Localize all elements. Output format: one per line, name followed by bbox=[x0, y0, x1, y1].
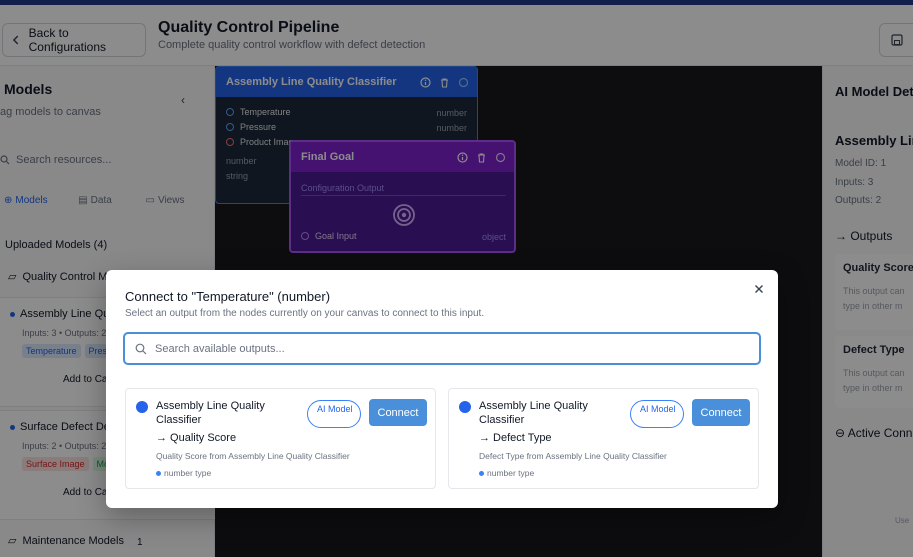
ai-model-badge: AI Model bbox=[307, 400, 361, 428]
type-dot bbox=[156, 470, 161, 476]
option-description: Quality Score from Assembly Line Quality… bbox=[156, 451, 350, 461]
option-output-name: → Defect Type bbox=[479, 432, 552, 444]
type-dot bbox=[479, 470, 484, 476]
option-description: Defect Type from Assembly Line Quality C… bbox=[479, 451, 667, 461]
option-type: number type bbox=[156, 468, 211, 478]
option-node-name: Assembly Line Quality Classifier bbox=[479, 400, 588, 426]
option-type: number type bbox=[479, 468, 534, 478]
option-type-label: number type bbox=[164, 468, 212, 478]
option-output-name: → Quality Score bbox=[156, 432, 237, 444]
connect-button[interactable]: Connect bbox=[692, 399, 750, 426]
option-type-label: number type bbox=[487, 468, 535, 478]
connect-button[interactable]: Connect bbox=[369, 399, 427, 426]
search-icon bbox=[135, 343, 147, 354]
output-option-card[interactable]: Assembly Line Quality Classifier → Defec… bbox=[448, 388, 759, 489]
dialog-description: Select an output from the nodes currentl… bbox=[125, 308, 485, 319]
option-node-name: Assembly Line Quality Classifier bbox=[156, 400, 265, 426]
output-search-input[interactable] bbox=[155, 342, 715, 355]
node-color-dot bbox=[459, 401, 471, 413]
node-color-dot bbox=[136, 401, 148, 413]
output-search[interactable] bbox=[123, 332, 761, 365]
output-option-card[interactable]: Assembly Line Quality Classifier → Quali… bbox=[125, 388, 436, 489]
close-icon[interactable] bbox=[752, 282, 766, 296]
connect-dialog: Connect to "Temperature" (number) Select… bbox=[106, 270, 778, 508]
dialog-title: Connect to "Temperature" (number) bbox=[125, 289, 331, 304]
ai-model-badge: AI Model bbox=[630, 400, 684, 428]
